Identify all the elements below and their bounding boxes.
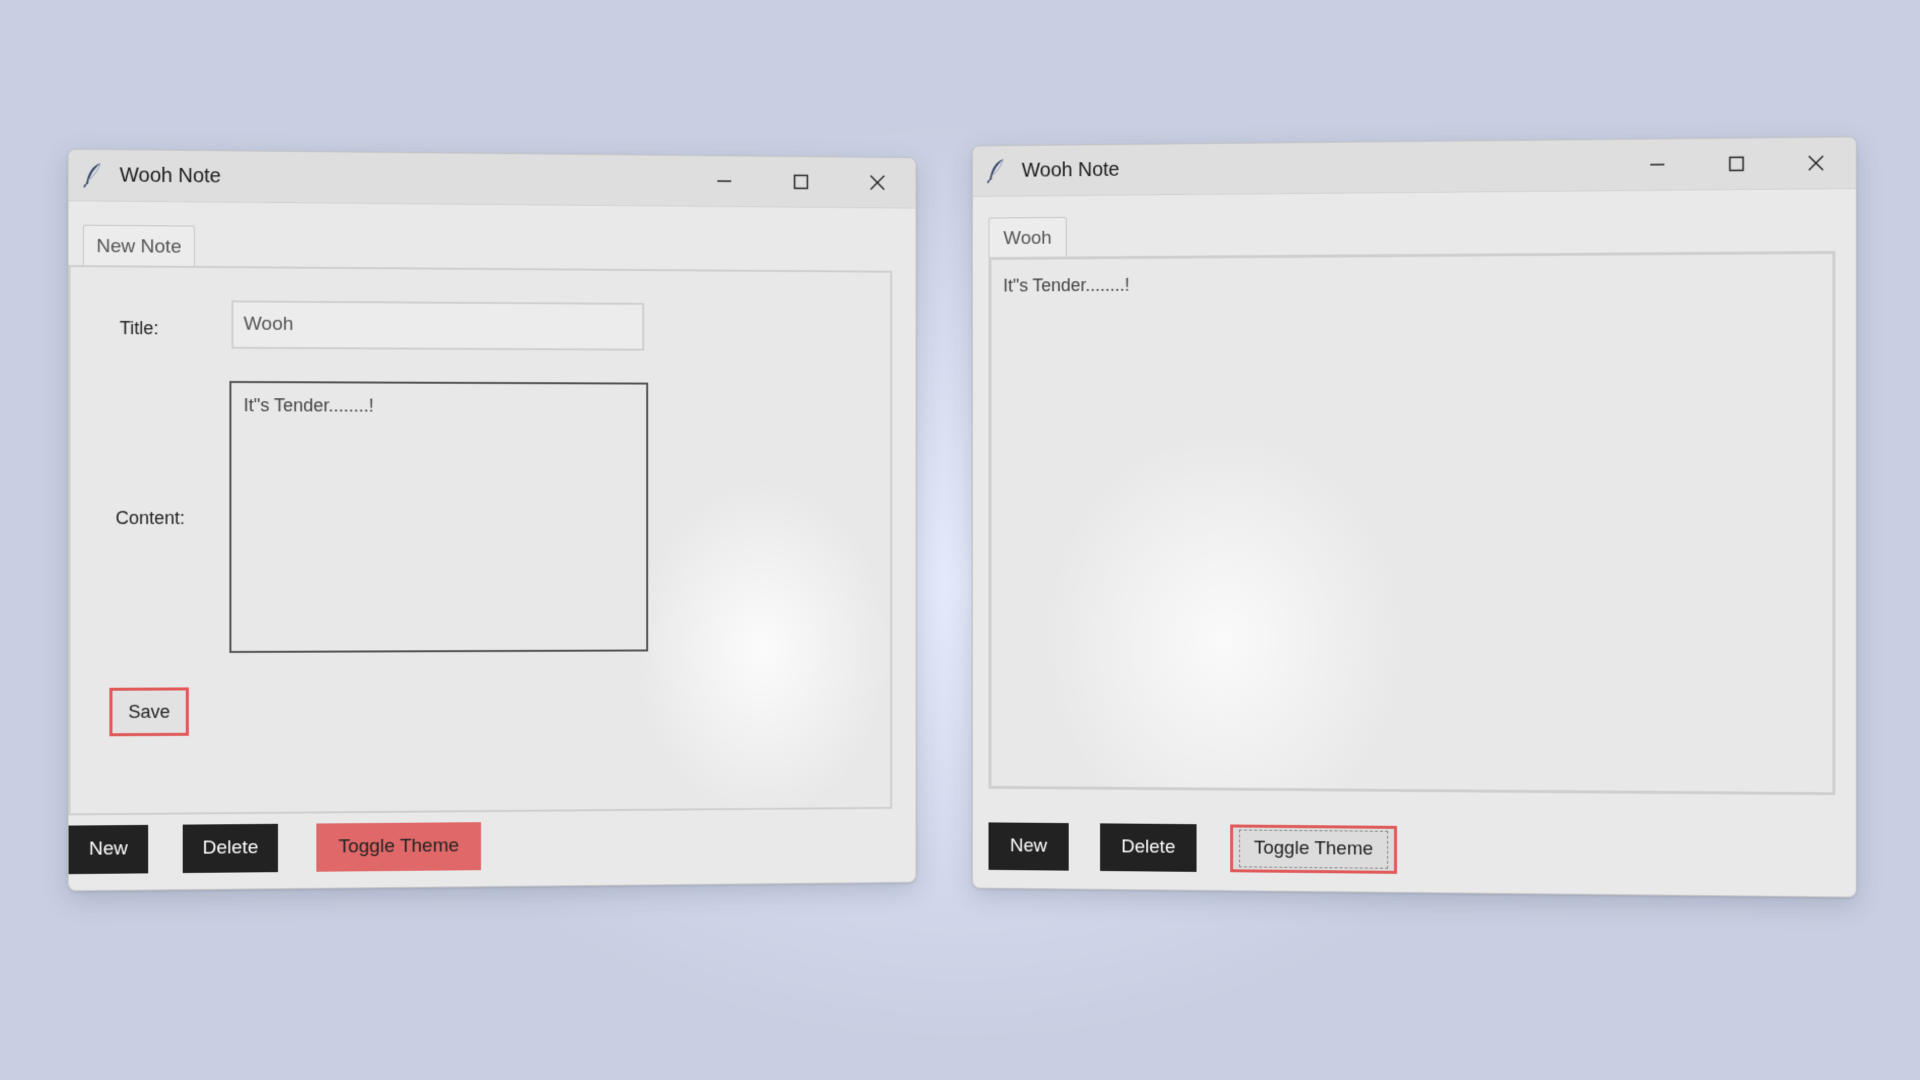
tab-new-note[interactable]: New Note [82,224,195,269]
close-button[interactable] [1776,137,1856,188]
delete-button[interactable]: Delete [182,823,278,874]
title-bar[interactable]: Wooh Note [972,137,1856,197]
window-title: Wooh Note [119,163,221,187]
close-button[interactable] [839,157,915,207]
close-icon [869,174,887,192]
content-label: Content: [115,507,185,529]
title-input[interactable]: Wooh [231,300,645,351]
new-button[interactable]: New [988,822,1069,871]
close-icon [1807,154,1825,172]
note-viewer-window: Wooh Note Wooh It"s Tender........! New … [971,136,1857,898]
maximize-button[interactable] [763,157,840,207]
note-content-view[interactable]: It"s Tender........! [988,250,1836,796]
feather-icon [987,157,1008,185]
note-editor-window: Wooh Note New Note Title: Wooh Content: … [67,148,917,892]
title-label: Title: [119,317,159,339]
maximize-icon [792,173,810,191]
content-textarea[interactable]: It"s Tender........! [229,380,649,653]
title-bar[interactable]: Wooh Note [68,149,916,209]
window-title: Wooh Note [1021,158,1120,182]
tab-wooh[interactable]: Wooh [988,216,1067,261]
feather-icon [83,161,105,190]
minimize-icon [1648,155,1666,173]
toggle-theme-button[interactable]: Toggle Theme [1230,824,1398,874]
maximize-icon [1727,155,1745,173]
new-button[interactable]: New [68,824,149,875]
minimize-button[interactable] [1618,139,1697,190]
screen-glare [634,480,891,819]
minimize-icon [715,172,733,190]
minimize-button[interactable] [686,156,763,206]
delete-button[interactable]: Delete [1100,823,1197,872]
maximize-button[interactable] [1697,138,1776,189]
toggle-theme-button[interactable]: Toggle Theme [316,822,482,872]
toggle-theme-label: Toggle Theme [1239,829,1389,869]
save-button[interactable]: Save [109,687,189,737]
